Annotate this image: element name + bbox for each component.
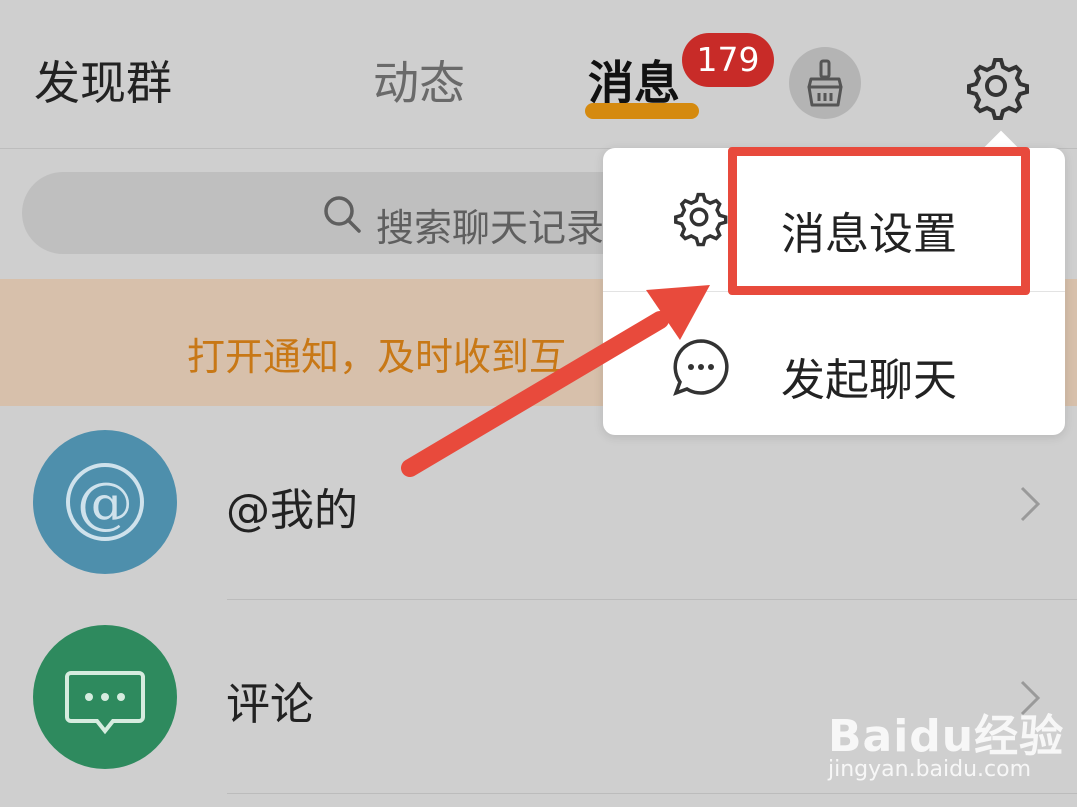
search-icon: [322, 194, 362, 234]
list-divider: [227, 599, 1077, 600]
gear-icon: [967, 58, 1029, 120]
comments-avatar[interactable]: [33, 625, 177, 769]
banner-text: 打开通知，及时收到互: [187, 335, 568, 379]
search-placeholder: 搜索聊天记录: [376, 206, 605, 250]
clean-button[interactable]: [789, 47, 861, 119]
unread-badge: 179: [682, 33, 774, 87]
comments-label[interactable]: 评论: [226, 668, 314, 732]
svg-text:@: @: [77, 471, 133, 536]
mentions-avatar[interactable]: @: [33, 430, 177, 574]
gear-icon: [668, 186, 730, 248]
menu-item-start-chat[interactable]: 发起聊天: [781, 344, 957, 408]
annotation-highlight-box: [728, 147, 1030, 295]
broom-icon: [807, 59, 843, 107]
mentions-label[interactable]: @我的: [226, 474, 358, 538]
baidu-watermark-url: jingyan.baidu.com: [828, 757, 1032, 782]
discover-groups-link[interactable]: 发现群: [34, 60, 172, 106]
tab-dynamics[interactable]: 动态: [373, 60, 465, 106]
active-tab-indicator: [585, 103, 699, 119]
list-divider: [227, 793, 1077, 794]
chat-bubble-icon: [670, 336, 732, 398]
tab-messages[interactable]: 消息: [588, 60, 680, 106]
comment-icon: [65, 671, 145, 735]
chevron-right-icon: [1017, 484, 1043, 524]
baidu-watermark-logo: Baidu经验: [828, 711, 1065, 762]
at-icon: @: [66, 463, 144, 541]
settings-button[interactable]: [960, 50, 1032, 122]
